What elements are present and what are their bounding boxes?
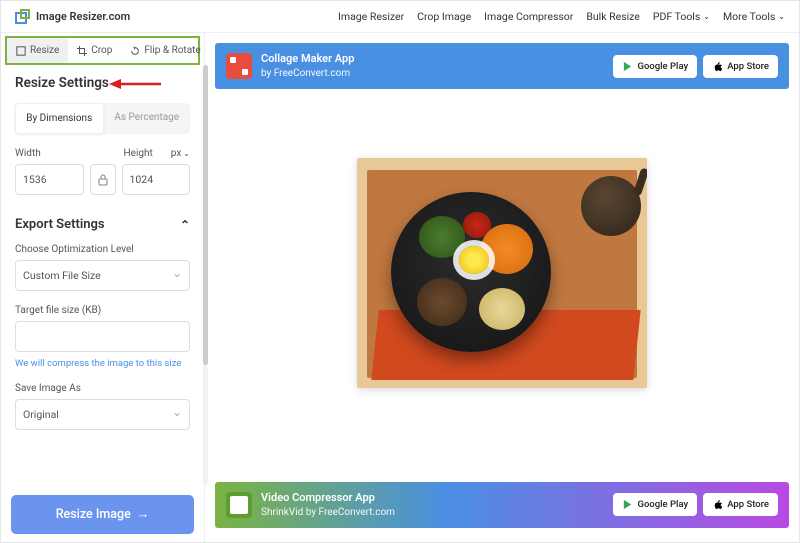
ad-banner-bottom[interactable]: Video Compressor App ShrinkVid by FreeCo…	[215, 482, 789, 528]
resize-settings-heading: Resize Settings	[15, 75, 190, 91]
resize-mode-tabs: By Dimensions As Percentage	[15, 103, 190, 134]
tab-flip-rotate[interactable]: Flip & Rotate	[121, 38, 209, 63]
crop-icon	[77, 46, 87, 56]
optimization-select[interactable]	[15, 260, 190, 291]
tool-tabs: Resize Crop Flip & Rotate	[5, 36, 200, 65]
save-as-label: Save Image As	[15, 383, 190, 394]
width-label: Width	[15, 148, 41, 159]
logo[interactable]: Image Resizer.com	[15, 9, 130, 25]
ad-bottom-title: Video Compressor App	[261, 491, 395, 506]
app-store-button[interactable]: App Store	[703, 493, 778, 516]
aspect-lock-button[interactable]	[90, 164, 116, 195]
chevron-up-icon: ⌃	[180, 218, 190, 232]
height-label: Height	[124, 148, 153, 159]
image-canvas[interactable]	[215, 95, 789, 450]
main-area: Collage Maker App by FreeConvert.com Goo…	[205, 33, 799, 542]
optimization-label: Choose Optimization Level	[15, 244, 190, 255]
unit-selector[interactable]: px⌄	[171, 148, 190, 159]
google-play-button[interactable]: Google Play	[613, 55, 697, 78]
chevron-down-icon: ⌄	[703, 12, 710, 21]
export-settings-toggle[interactable]: Export Settings ⌃	[15, 217, 190, 232]
resize-image-button[interactable]: Resize Image →	[11, 495, 194, 534]
nav-more-tools[interactable]: More Tools⌄	[723, 10, 785, 23]
logo-text: Image Resizer.com	[36, 10, 130, 23]
width-input[interactable]	[15, 164, 84, 195]
nav-image-resizer[interactable]: Image Resizer	[338, 10, 404, 23]
resize-icon	[16, 46, 26, 56]
ad-banner-top[interactable]: Collage Maker App by FreeConvert.com Goo…	[215, 43, 789, 89]
save-as-select[interactable]	[15, 399, 190, 430]
app-header: Image Resizer.com Image Resizer Crop Ima…	[1, 1, 799, 33]
tab-resize[interactable]: Resize	[7, 38, 68, 63]
collage-app-icon	[226, 53, 252, 79]
apple-icon	[712, 61, 723, 72]
app-store-button[interactable]: App Store	[703, 55, 778, 78]
target-size-hint: We will compress the image to this size	[15, 358, 190, 369]
chevron-down-icon: ⌄	[183, 149, 190, 158]
nav-image-compressor[interactable]: Image Compressor	[484, 10, 573, 23]
chevron-down-icon: ⌄	[778, 12, 785, 21]
video-app-icon	[226, 492, 252, 518]
ad-top-title: Collage Maker App	[261, 52, 354, 67]
height-input[interactable]	[122, 164, 191, 195]
mode-by-dimensions[interactable]: By Dimensions	[15, 103, 104, 134]
target-size-label: Target file size (KB)	[15, 305, 190, 316]
arrow-right-icon: →	[137, 507, 150, 522]
nav-bulk-resize[interactable]: Bulk Resize	[586, 10, 640, 23]
logo-icon	[15, 9, 31, 25]
sidebar: Resize Crop Flip & Rotate Resize Setting…	[1, 33, 205, 542]
rotate-icon	[130, 46, 140, 56]
ad-bottom-sub: ShrinkVid by FreeConvert.com	[261, 506, 395, 520]
lock-icon	[98, 174, 108, 186]
google-play-icon	[622, 499, 633, 510]
ad-top-sub: by FreeConvert.com	[261, 67, 354, 81]
tab-crop[interactable]: Crop	[68, 38, 121, 63]
google-play-icon	[622, 61, 633, 72]
top-nav: Image Resizer Crop Image Image Compresso…	[338, 10, 785, 23]
google-play-button[interactable]: Google Play	[613, 493, 697, 516]
nav-crop-image[interactable]: Crop Image	[417, 10, 471, 23]
target-size-input[interactable]	[15, 321, 190, 352]
nav-pdf-tools[interactable]: PDF Tools⌄	[653, 10, 710, 23]
apple-icon	[712, 499, 723, 510]
preview-image	[357, 158, 647, 388]
mode-as-percentage[interactable]: As Percentage	[104, 103, 191, 134]
